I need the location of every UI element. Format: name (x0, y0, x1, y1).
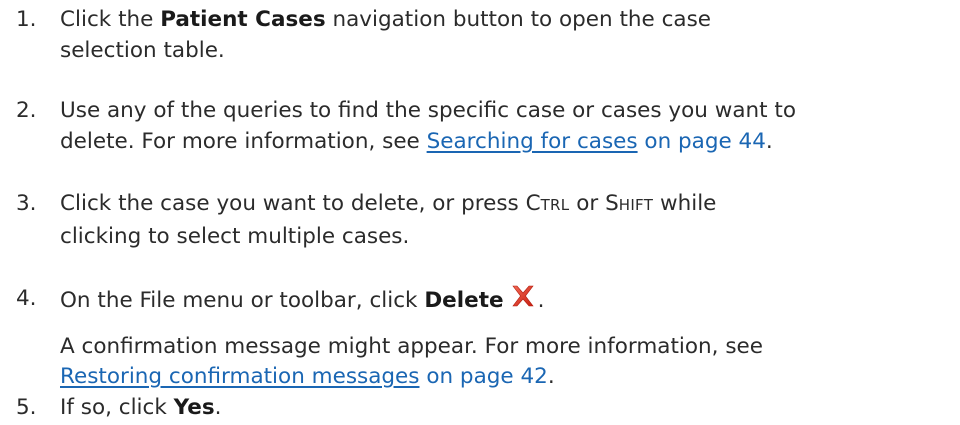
step-number: 2. (16, 98, 37, 123)
note-line: Restoring confirmation messages on page … (60, 364, 555, 389)
step-line: selection table. (60, 38, 225, 63)
step-line: Use any of the queries to find the speci… (60, 98, 796, 123)
step-line: Click the case you want to delete, or pr… (60, 191, 717, 216)
page-reference: on page 42 (419, 364, 548, 389)
key-ctrl: CTRL (525, 191, 570, 216)
restoring-confirmation-messages-link[interactable]: Restoring confirmation messages (60, 364, 419, 389)
ui-term-yes: Yes (173, 395, 215, 420)
step-line: Click the Patient Cases navigation butto… (60, 7, 712, 32)
note-text: A confirmation message might appear. For… (60, 331, 940, 362)
step-line: If so, click Yes. (60, 395, 222, 420)
note-line: A confirmation message might appear. For… (60, 334, 763, 359)
searching-for-cases-link[interactable]: Searching for cases (427, 129, 638, 154)
step-number: 1. (16, 7, 37, 32)
delete-x-icon (508, 283, 538, 309)
page-reference: on page 44 (637, 129, 766, 154)
step-text: If so, click Yes. (60, 392, 940, 423)
step-text: On the File menu or toolbar, click Delet… (60, 283, 940, 316)
step-text: Use any of the queries to find the speci… (60, 95, 940, 157)
note-text: Restoring confirmation messages on page … (60, 361, 940, 392)
step-number: 5. (16, 395, 37, 420)
step-number: 3. (16, 191, 37, 216)
key-shift: SHIFT (605, 191, 654, 216)
step-number: 4. (16, 286, 37, 311)
step-text: Click the case you want to delete, or pr… (60, 188, 940, 252)
ui-term-delete: Delete (424, 288, 504, 313)
step-text: Click the Patient Cases navigation butto… (60, 4, 940, 66)
step-line: clicking to select multiple cases. (60, 224, 410, 249)
ui-term-patient-cases: Patient Cases (160, 7, 326, 32)
step-line: delete. For more information, see Search… (60, 129, 773, 154)
step-line: On the File menu or toolbar, click Delet… (60, 283, 940, 316)
